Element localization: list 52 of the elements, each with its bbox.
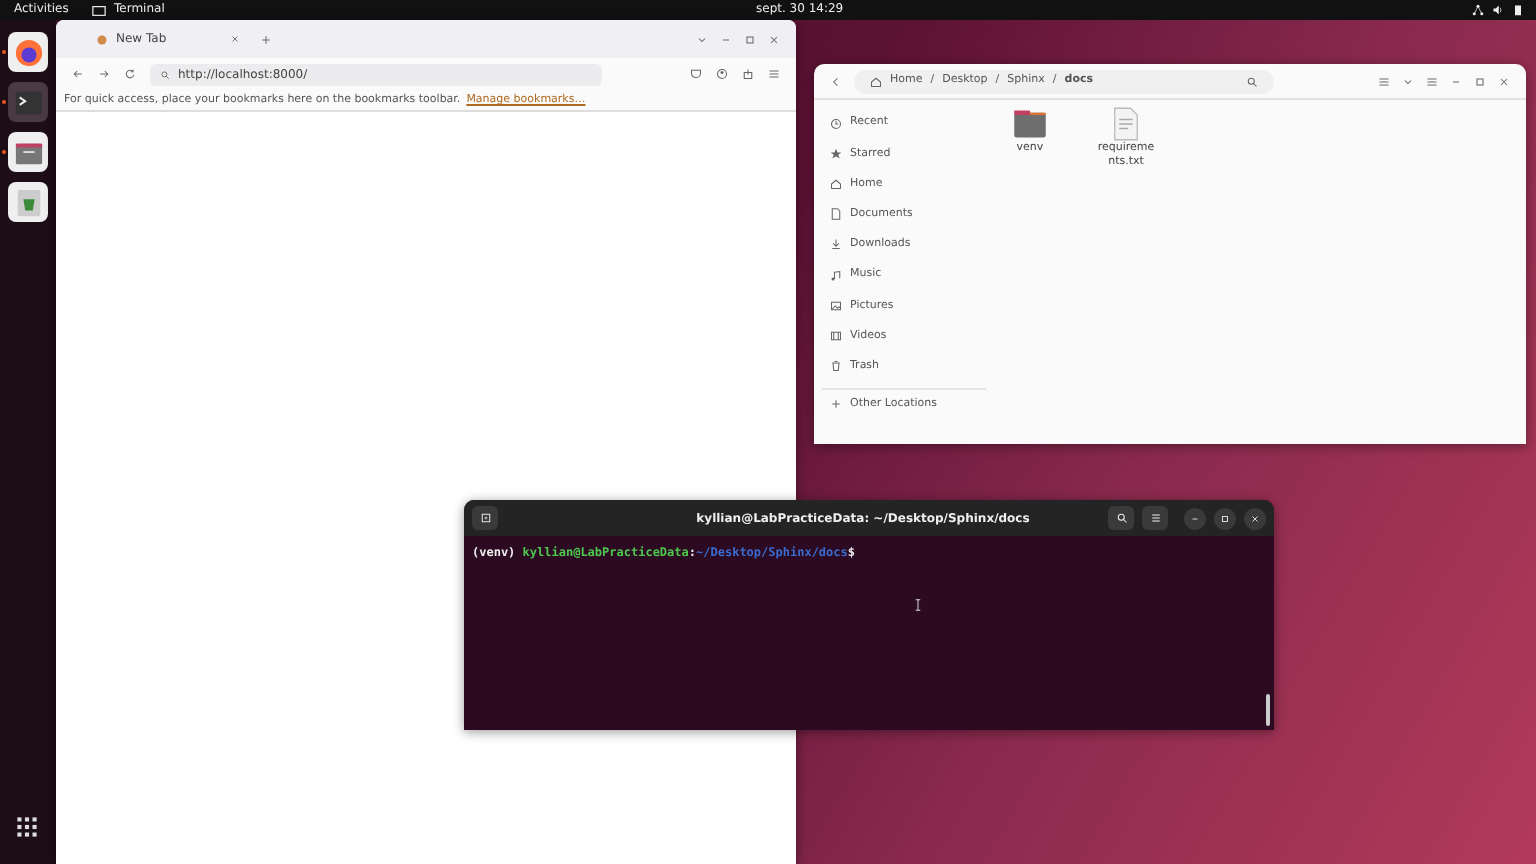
- network-icon[interactable]: [1472, 4, 1484, 16]
- home-icon: [870, 75, 882, 87]
- terminal-icon: [92, 3, 106, 17]
- back-icon[interactable]: [72, 68, 84, 80]
- close-icon[interactable]: [1498, 75, 1510, 87]
- search-button[interactable]: [1108, 506, 1134, 530]
- trash-icon: [830, 360, 842, 373]
- close-icon[interactable]: [768, 33, 780, 45]
- dock-item[interactable]: [8, 182, 48, 222]
- film-icon: [830, 329, 842, 342]
- back-icon[interactable]: [830, 75, 842, 87]
- dock-item[interactable]: [8, 132, 48, 172]
- menu-button[interactable]: [1142, 506, 1168, 530]
- close-button[interactable]: [1244, 507, 1266, 529]
- maximize-button[interactable]: [1214, 507, 1236, 529]
- download-icon: [830, 238, 842, 251]
- battery-icon[interactable]: [1512, 4, 1524, 16]
- forward-icon[interactable]: [98, 68, 110, 80]
- clock-icon: [830, 117, 842, 130]
- volume-icon[interactable]: [1492, 4, 1504, 16]
- close-icon[interactable]: [230, 34, 240, 44]
- trash-icon: [13, 187, 43, 217]
- minimize-button[interactable]: [1184, 507, 1206, 529]
- document-icon: [830, 208, 842, 221]
- close-icon: [1250, 513, 1260, 523]
- folder-icon[interactable]: [1012, 106, 1048, 142]
- new-tab-button[interactable]: [472, 506, 498, 530]
- search-icon: [1115, 512, 1127, 524]
- maximize-icon: [1220, 513, 1230, 523]
- search-icon[interactable]: [1246, 75, 1258, 87]
- picture-icon: [830, 299, 842, 312]
- browser-icon: [13, 37, 43, 67]
- app-grid-icon[interactable]: [16, 816, 38, 838]
- search-icon: [160, 69, 170, 79]
- dock-item[interactable]: [8, 32, 48, 72]
- scrollbar[interactable]: [1266, 694, 1270, 726]
- music-note-icon: [830, 269, 842, 282]
- reload-icon[interactable]: [124, 68, 136, 80]
- dropdown-icon[interactable]: [1402, 75, 1414, 87]
- new-tab-icon[interactable]: [260, 33, 272, 45]
- account-icon[interactable]: [716, 68, 728, 80]
- home-icon: [830, 177, 842, 190]
- pocket-icon[interactable]: [690, 68, 702, 80]
- dropdown-icon[interactable]: [696, 33, 708, 45]
- share-icon[interactable]: [742, 68, 754, 80]
- star-icon: [830, 147, 842, 160]
- menu-icon: [1149, 512, 1161, 524]
- text-cursor-icon: [912, 598, 924, 612]
- maximize-icon[interactable]: [744, 33, 756, 45]
- terminal-icon: [13, 87, 43, 117]
- minimize-icon: [1190, 513, 1200, 523]
- maximize-icon[interactable]: [1474, 75, 1486, 87]
